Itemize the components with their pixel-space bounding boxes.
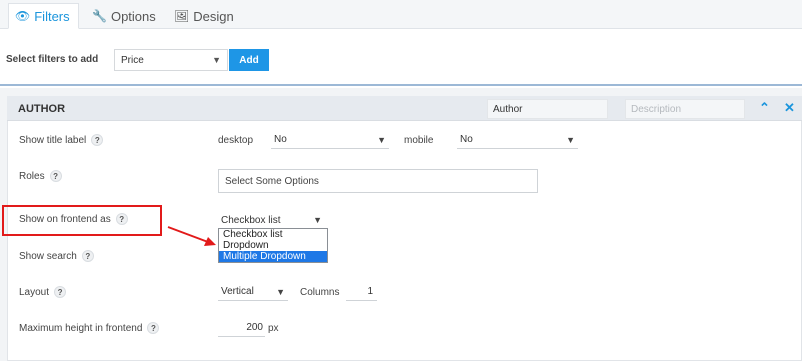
layout-label-text: Layout: [19, 286, 50, 298]
panel-title: AUTHOR: [18, 103, 66, 115]
help-icon[interactable]: ?: [115, 213, 128, 225]
layout-select-value: Vertical: [221, 286, 254, 297]
show-search-label-text: Show search: [19, 250, 77, 262]
help-icon[interactable]: ?: [49, 170, 62, 182]
panel-header: AUTHOR Author Description ⌃ ✕: [7, 96, 802, 121]
caret-down-icon: ▼: [212, 55, 221, 65]
max-height-label: Maximum height in frontend ?: [19, 322, 160, 334]
layout-label: Layout ?: [19, 286, 67, 298]
show-title-label-text: Show title label: [19, 134, 87, 146]
columns-input[interactable]: 1: [346, 283, 377, 301]
show-search-label: Show search ?: [19, 250, 94, 262]
eye-icon: 👁: [15, 9, 31, 23]
show-title-label: Show title label ?: [19, 134, 104, 146]
mobile-select[interactable]: No ▼: [457, 131, 578, 149]
dropdown-option-highlighted[interactable]: Multiple Dropdown: [219, 251, 327, 262]
frontend-select[interactable]: Checkbox list ▼: [218, 211, 325, 229]
wrench-icon: 🔧: [92, 9, 107, 23]
caret-down-icon: ▼: [566, 134, 575, 145]
tab-filters[interactable]: 👁 Filters: [8, 3, 79, 29]
help-icon[interactable]: ?: [147, 322, 160, 334]
caret-down-icon: ▼: [276, 286, 285, 297]
max-height-unit: px: [268, 323, 279, 334]
roles-label: Roles ?: [19, 170, 62, 182]
dropdown-option[interactable]: Dropdown: [219, 240, 327, 251]
caret-down-icon: ▼: [313, 215, 322, 225]
help-icon[interactable]: ?: [91, 134, 104, 146]
chevron-up-icon[interactable]: ⌃: [759, 101, 770, 114]
tab-design-label: Design: [193, 8, 234, 24]
layout-select[interactable]: Vertical ▼: [218, 283, 288, 301]
close-icon[interactable]: ✕: [784, 101, 795, 114]
desktop-select-value: No: [274, 134, 287, 145]
filter-select-value: Price: [121, 54, 144, 66]
add-filter-button[interactable]: Add: [229, 49, 269, 71]
filter-select[interactable]: Price ▼: [114, 49, 228, 71]
tab-options-label: Options: [110, 8, 156, 24]
tab-design[interactable]: 🖼 Design: [168, 3, 240, 29]
mobile-select-value: No: [460, 134, 473, 145]
max-height-input[interactable]: 200: [218, 319, 265, 337]
mobile-label: mobile: [404, 135, 434, 146]
dropdown-option[interactable]: Checkbox list: [219, 229, 327, 240]
desktop-select[interactable]: No ▼: [271, 131, 389, 149]
panel-description-input[interactable]: Description: [625, 99, 745, 119]
max-height-label-text: Maximum height in frontend: [19, 322, 143, 334]
columns-label: Columns: [300, 287, 340, 298]
frontend-label-text: Show on frontend as: [19, 213, 111, 225]
roles-label-text: Roles: [19, 170, 45, 182]
roles-multiselect[interactable]: Select Some Options: [218, 169, 538, 193]
pointer-arrow: [167, 226, 216, 246]
frontend-dropdown-list: Checkbox list Dropdown Multiple Dropdown: [218, 228, 328, 263]
panel-title-input[interactable]: Author: [487, 99, 608, 119]
tab-options[interactable]: 🔧 Options: [86, 3, 162, 29]
frontend-select-value: Checkbox list: [221, 214, 281, 226]
filter-toolbar: Select filters to add Price ▼ Add: [0, 30, 802, 86]
caret-down-icon: ▼: [377, 134, 386, 145]
tab-bar: 👁 Filters 🔧 Options 🖼 Design: [0, 0, 802, 29]
desktop-label: desktop: [218, 135, 254, 146]
frontend-label: Show on frontend as ?: [19, 213, 128, 225]
tab-filters-label: Filters: [34, 8, 70, 24]
help-icon[interactable]: ?: [54, 286, 67, 298]
help-icon[interactable]: ?: [81, 250, 94, 262]
image-icon: 🖼: [174, 9, 190, 23]
select-filters-label: Select filters to add: [6, 54, 99, 65]
